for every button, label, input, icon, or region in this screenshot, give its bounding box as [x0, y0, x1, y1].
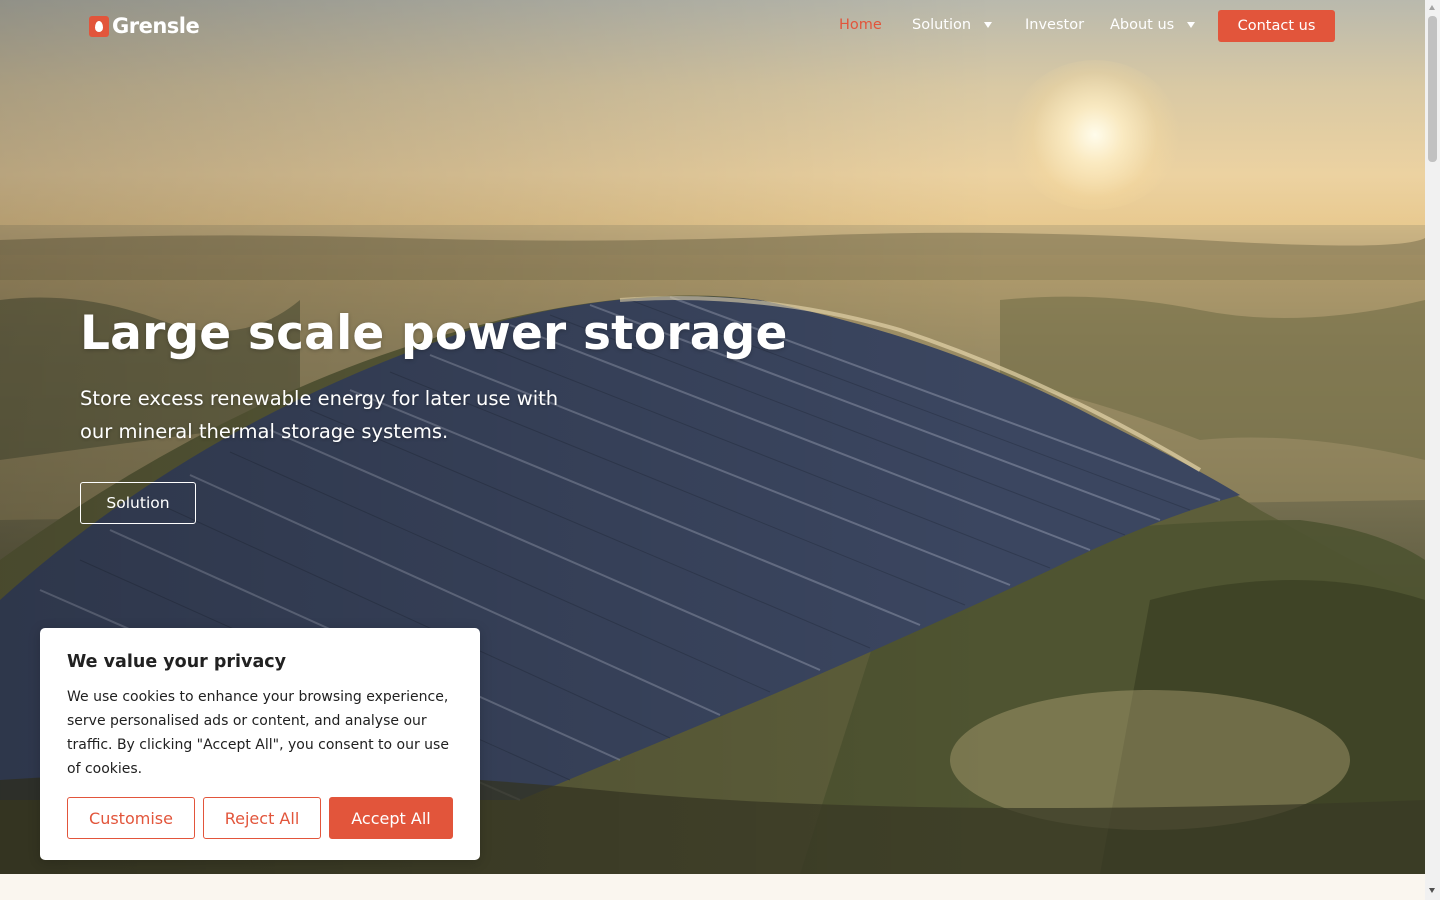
caret-down-icon [1187, 22, 1196, 28]
caret-down-icon [984, 22, 993, 28]
nav-item-investor[interactable]: Investor [1025, 17, 1084, 33]
scrollbar-thumb[interactable] [1428, 16, 1437, 162]
nav-item-about-us[interactable]: About us [1110, 17, 1196, 33]
nav-item-label: Solution [912, 17, 972, 33]
nav-item-label: Investor [1025, 17, 1085, 33]
scroll-down-arrow-icon[interactable] [1429, 888, 1435, 893]
cookie-consent-banner: We value your privacy We use cookies to … [40, 628, 480, 860]
cookie-banner-text: We use cookies to enhance your browsing … [67, 689, 449, 777]
hero-subtitle-line-1: Store excess renewable energy for later … [80, 387, 559, 410]
accept-all-button[interactable]: Accept All [329, 797, 453, 839]
hero-title: Large scale power storage [80, 306, 788, 361]
page-scrollbar[interactable] [1425, 0, 1440, 900]
cookie-banner-actions: Customise Reject All Accept All [67, 797, 453, 839]
hero-subtitle: Store excess renewable energy for later … [80, 382, 600, 448]
brand-logo[interactable]: Grensle [89, 14, 200, 38]
nav-item-label: About us [1110, 17, 1175, 33]
brand-name: Grensle [112, 14, 200, 38]
nav-item-label: Home [839, 17, 882, 33]
flame-logo-icon [89, 15, 109, 37]
page: Large scale power storage Store excess r… [0, 0, 1425, 900]
reject-all-button[interactable]: Reject All [203, 797, 321, 839]
contact-us-button[interactable]: Contact us [1218, 10, 1335, 42]
top-navigation: Grensle Home Solution Investor About us … [0, 0, 1425, 52]
cookie-banner-title: We value your privacy [67, 652, 287, 672]
nav-item-solution[interactable]: Solution [912, 17, 993, 33]
hero-subtitle-line-2: our mineral thermal storage systems. [80, 420, 449, 443]
scroll-up-arrow-icon[interactable] [1429, 5, 1435, 10]
nav-item-home[interactable]: Home [839, 17, 882, 33]
hero-solution-button[interactable]: Solution [80, 482, 196, 524]
customise-button[interactable]: Customise [67, 797, 195, 839]
